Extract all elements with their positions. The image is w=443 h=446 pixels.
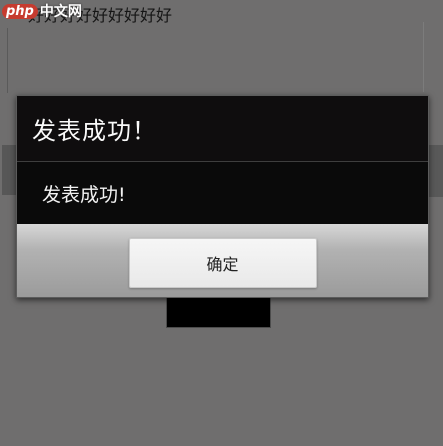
dialog-button-bar: 确定 xyxy=(17,224,428,297)
ok-button[interactable]: 确定 xyxy=(128,237,317,288)
dialog-title: 发表成功！ xyxy=(32,117,157,145)
watermark-site: 中文网 xyxy=(39,4,82,20)
alert-dialog: 发表成功！ 发表成功! 确定 xyxy=(16,95,429,298)
watermark-brand: php xyxy=(2,3,38,19)
dialog-message: 发表成功! xyxy=(42,183,126,206)
dialog-content: 发表成功! xyxy=(17,162,428,224)
background-black-box xyxy=(166,296,271,328)
background-divider-left xyxy=(7,28,8,93)
background-divider-right xyxy=(423,22,424,92)
dialog-title-bar: 发表成功！ xyxy=(17,96,428,162)
site-watermark: php 中文网 xyxy=(2,2,82,20)
